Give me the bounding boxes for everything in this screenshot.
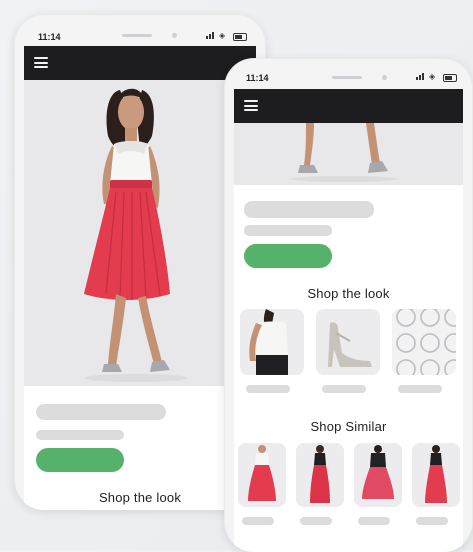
similar-item-label	[242, 517, 274, 525]
product-photo	[234, 123, 463, 185]
similar-product-image	[238, 443, 286, 507]
wifi-icon: ◈	[219, 31, 226, 40]
shop-similar-heading: Shop Similar	[310, 419, 387, 434]
accessory-product-image	[392, 309, 456, 375]
similar-item[interactable]	[412, 443, 460, 507]
look-item-accessory[interactable]	[392, 309, 456, 375]
battery-icon	[233, 33, 247, 41]
shop-the-look-heading: Shop the look	[307, 286, 390, 301]
similar-product-image	[296, 443, 344, 507]
top-nav-bar	[24, 46, 256, 80]
look-item-top[interactable]	[240, 309, 304, 375]
signal-icon	[206, 32, 214, 39]
add-to-bag-button[interactable]	[244, 244, 332, 268]
look-item-label	[322, 385, 366, 393]
look-item-shoe[interactable]	[316, 309, 380, 375]
product-screen: Shop the look	[234, 123, 463, 552]
signal-icon	[416, 73, 424, 80]
shoe-product-image	[316, 309, 380, 375]
look-item-label	[398, 385, 442, 393]
camera-dot	[382, 75, 387, 80]
model-image-cropped	[234, 123, 463, 185]
product-price-placeholder	[244, 225, 332, 236]
similar-item-label	[358, 517, 390, 525]
product-photo	[24, 80, 256, 386]
menu-icon[interactable]	[244, 100, 258, 111]
menu-icon[interactable]	[34, 57, 48, 68]
shop-the-look-heading: Shop the look	[98, 490, 182, 505]
speaker-notch	[122, 34, 152, 37]
add-to-bag-button[interactable]	[36, 448, 124, 472]
status-time: 11:14	[246, 73, 269, 83]
wifi-icon: ◈	[429, 72, 436, 81]
similar-product-image	[354, 443, 402, 507]
camera-dot	[172, 33, 177, 38]
status-bar: 11:14 ◈	[14, 14, 266, 46]
battery-icon	[443, 74, 457, 82]
status-bar: 11:14 ◈	[224, 58, 473, 90]
top-nav-bar	[234, 89, 463, 123]
similar-item[interactable]	[238, 443, 286, 507]
similar-item-label	[416, 517, 448, 525]
status-time: 11:14	[38, 32, 61, 42]
product-price-placeholder	[36, 430, 124, 440]
similar-item[interactable]	[354, 443, 402, 507]
product-title-placeholder	[244, 201, 374, 218]
similar-item[interactable]	[296, 443, 344, 507]
similar-item-label	[300, 517, 332, 525]
product-title-placeholder	[36, 404, 166, 420]
product-screen: Shop the look	[24, 80, 256, 510]
speaker-notch	[332, 76, 362, 79]
phone-right: 11:14 ◈ Shop the look Shop Similar	[224, 58, 473, 552]
top-product-image	[240, 309, 304, 375]
look-item-label	[246, 385, 290, 393]
model-image	[24, 80, 256, 386]
similar-product-image	[412, 443, 460, 507]
